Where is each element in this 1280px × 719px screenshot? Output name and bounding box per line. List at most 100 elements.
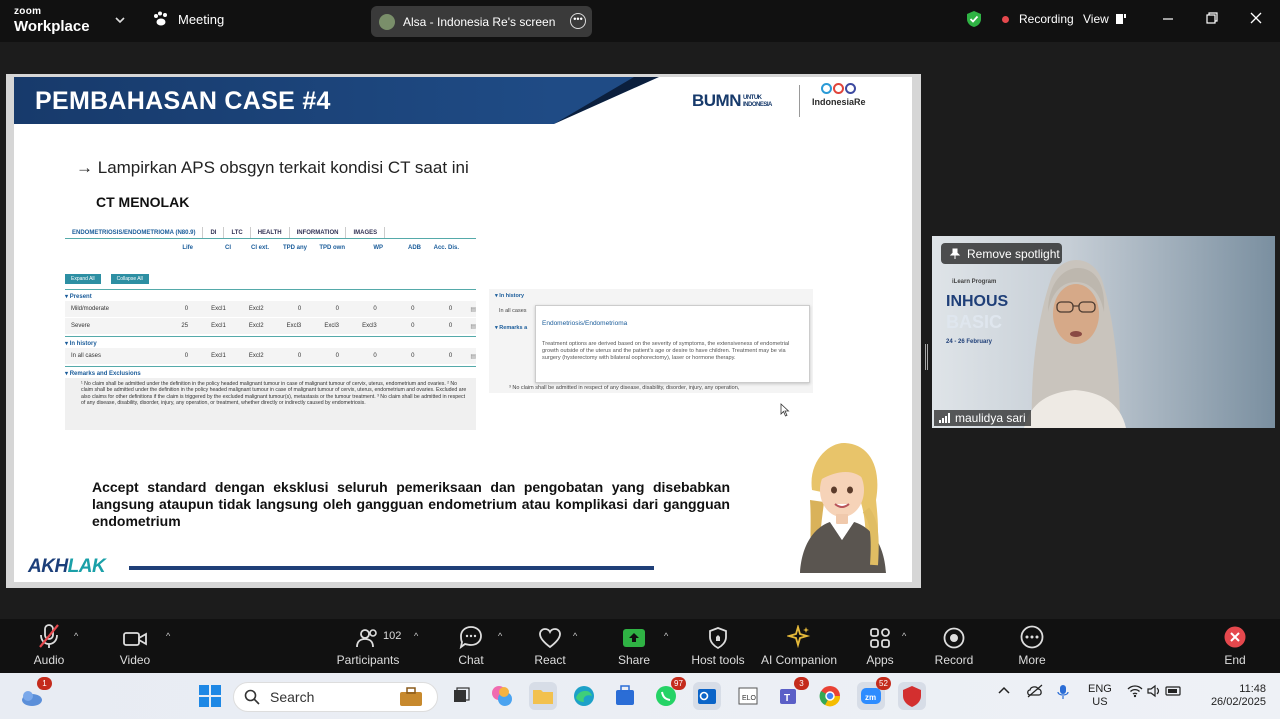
record-button[interactable]: Record [934,619,974,673]
participants-button[interactable]: Participants [336,619,400,673]
network-status[interactable] [1026,684,1044,702]
copilot-icon [492,686,512,706]
meeting-label: Meeting [178,11,225,27]
teams-badge: 3 [794,677,809,690]
weather-widget[interactable]: 1 [18,677,52,710]
policy-tab: DI [203,227,225,238]
section-history: ▾ In history [65,336,476,348]
view-button[interactable]: View [1083,12,1127,26]
policy-tab: IMAGES [346,227,386,238]
participants-count: 102 [383,630,402,642]
audio-options-caret[interactable]: ^ [74,631,78,641]
screen-share-indicator[interactable]: Alsa - Indonesia Re's screen ••• [371,6,592,37]
remove-spotlight-button[interactable]: Remove spotlight [941,243,1062,264]
outlook-icon [698,689,716,704]
edge-app[interactable] [570,682,598,710]
tray-overflow[interactable] [997,684,1011,702]
section-remarks-label: Remarks and Exclusions [69,371,141,377]
outlook-app[interactable] [693,682,721,710]
participant-person [1024,259,1126,428]
table-cell: 0 [373,306,377,312]
quick-settings[interactable] [1127,684,1183,702]
participant-video-tile[interactable]: iLearn Program INHOUS BASIC 24 - 26 Febr… [932,236,1275,428]
elo-app[interactable]: ELO [734,682,762,710]
split-drag-handle[interactable] [925,344,928,370]
table-cell: 25 [181,323,189,329]
history-rows: In all cases 0 Excl1 Excl2 0 0 0 0 0 ▤ [65,348,476,365]
column-header: TPD own [319,245,345,251]
share-options-caret[interactable]: ^ [664,631,668,641]
ct-subheading: CT MENOLAK [96,194,190,210]
record-icon [943,627,965,649]
cartoon-avatar-illustration [800,442,886,573]
end-icon [1224,626,1246,648]
start-button[interactable] [196,682,224,710]
calculator-icon: ▤ [470,306,477,313]
table-cell: 0 [411,323,415,329]
table-cell: 0 [297,353,302,359]
minimize-icon[interactable] [1160,10,1176,26]
end-button[interactable]: End [1215,619,1255,673]
teams-app[interactable]: T 3 [775,677,809,710]
ai-companion-button[interactable]: AI Companion [760,619,838,673]
panel-history: ▾ In history [495,293,525,299]
file-explorer-app[interactable] [529,682,557,710]
audio-button[interactable]: Audio [28,619,70,673]
language-indicator[interactable]: ENG US [1088,683,1112,709]
apps-button[interactable]: Apps [860,619,900,673]
mic-status[interactable] [1057,684,1069,704]
participants-options-caret[interactable]: ^ [414,631,418,641]
video-button[interactable]: Video [114,619,156,673]
chrome-icon [819,686,841,707]
battery-icon [1165,686,1181,696]
table-cell: Excl2 [248,353,264,359]
whatsapp-badge: 97 [671,677,686,690]
slide-header: PEMBAHASAN CASE #4 BUMN UNTUK INDONESIA I… [14,77,912,124]
folder-icon [533,690,553,704]
share-button[interactable]: Share [614,619,654,673]
close-icon[interactable] [1248,10,1264,26]
chat-button[interactable]: Chat [451,619,491,673]
whatsapp-app[interactable]: 97 [652,677,686,710]
task-view-button[interactable] [447,682,475,710]
shield-icon [709,627,727,649]
policy-tab: HEALTH [251,227,290,238]
store-app[interactable] [611,682,639,710]
more-options-icon[interactable]: ••• [570,13,586,29]
more-button[interactable]: More [1012,619,1052,673]
windows-taskbar: 1 Search 97 ELO T 3 zm 52 ENG US 11:48 2… [0,673,1280,719]
chrome-app[interactable] [816,682,844,710]
host-tools-label: Host tools [691,653,745,667]
section-history-label: In history [69,341,97,347]
react-button[interactable]: React [530,619,570,673]
meeting-menu[interactable]: Meeting [152,11,224,27]
video-options-caret[interactable]: ^ [166,631,170,641]
react-label: React [534,653,566,667]
briefcase-icon [400,687,422,706]
react-options-caret[interactable]: ^ [573,631,577,641]
elo-icon: ELO [738,687,758,705]
taskbar-search[interactable]: Search [233,682,438,712]
table-cell: Excl1 [211,353,226,359]
akhlak-logo: AKHLAK [28,556,106,578]
bullet-text: Lampirkan APS obsgyn terkait kondisi CT … [97,158,469,177]
table-cell: 0 [448,306,453,312]
decision-text: Accept standard dengan eksklusi seluruh … [92,479,730,529]
restore-icon[interactable] [1204,10,1220,26]
recording-indicator[interactable]: Recording [966,10,1074,28]
microphone-muted-icon [39,624,59,648]
security-app[interactable] [898,682,926,710]
copilot-app[interactable] [488,682,516,710]
row-label: In all cases [71,353,102,359]
bullet-point: → Lampirkan APS obsgyn terkait kondisi C… [76,158,469,178]
chevron-down-icon[interactable] [113,13,127,27]
heart-icon [539,628,561,649]
table-cell: 0 [448,353,453,359]
zoom-app[interactable]: zm 52 [857,677,891,710]
chat-options-caret[interactable]: ^ [498,631,502,641]
host-tools-button[interactable]: Host tools [690,619,746,673]
clock[interactable]: 11:48 26/02/2025 [1204,683,1266,709]
sparkle-icon [787,625,811,649]
apps-options-caret[interactable]: ^ [902,631,906,641]
store-icon [616,685,634,705]
